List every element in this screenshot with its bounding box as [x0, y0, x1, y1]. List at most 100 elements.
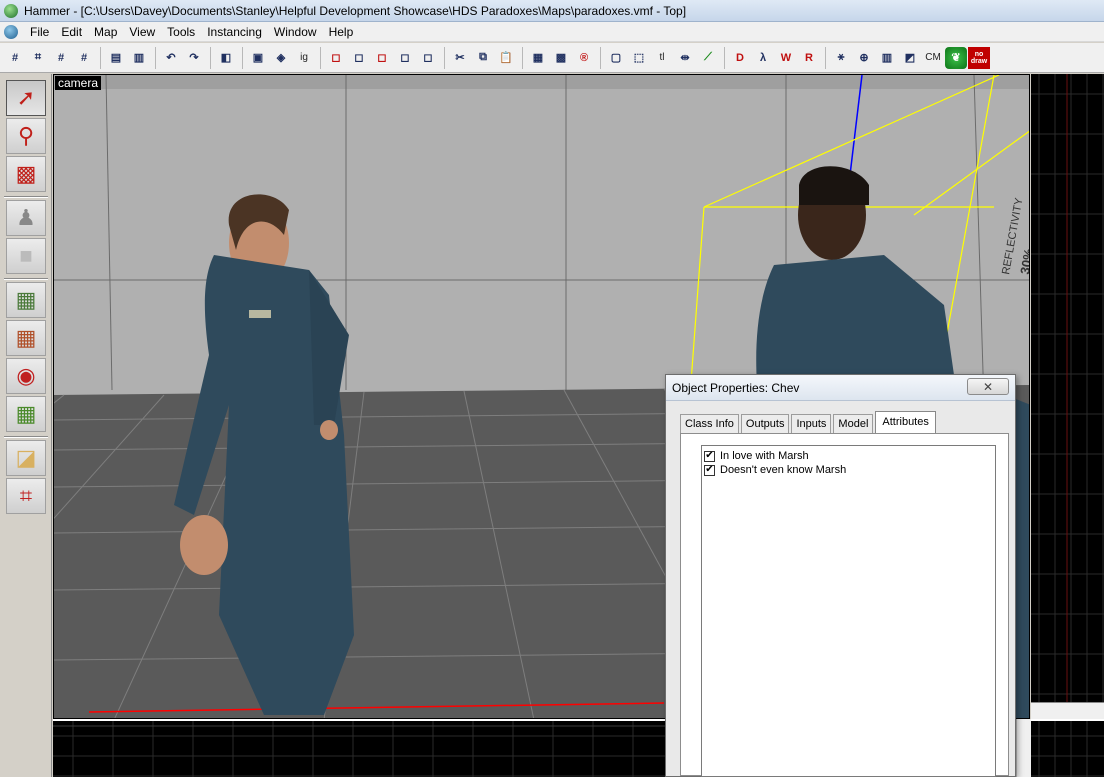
flip-horizontal-icon[interactable]: ◻	[325, 47, 347, 69]
toolbar-separator	[210, 46, 211, 69]
attributes-panel: ✔ In love with Marsh ✔ Doesn't even know…	[680, 433, 1009, 777]
toolbar-separator	[320, 46, 321, 69]
tab-attributes[interactable]: Attributes	[875, 411, 936, 433]
object-properties-dialog: Object Properties: Chev ✕ Class Info Out…	[665, 374, 1016, 777]
side-2d-vscrollbar[interactable]	[1016, 719, 1031, 777]
texture-tool-icon[interactable]: ▦	[6, 282, 46, 318]
toolbar-separator	[600, 46, 601, 69]
view-3d-icon[interactable]: λ	[752, 47, 774, 69]
camera-tool-icon[interactable]: ▩	[6, 156, 46, 192]
flip-vertical-icon[interactable]: ◻	[348, 47, 370, 69]
attributes-list: ✔ In love with Marsh ✔ Doesn't even know…	[701, 445, 996, 777]
redo-icon[interactable]: ↷	[183, 47, 205, 69]
paste-icon[interactable]: 📋	[495, 47, 517, 69]
hammer-app-icon	[4, 3, 18, 18]
tab-class-info[interactable]: Class Info	[680, 414, 739, 433]
document-icon[interactable]	[4, 24, 18, 39]
toggle-text-icon[interactable]: tl	[651, 47, 673, 69]
tool-palette: ➚ ⚲ ▩ ♟ ■ ▦ ▦ ◉ ▦ ◪ ⌗	[0, 74, 52, 777]
leaf-icon[interactable]: ❦	[945, 46, 967, 69]
attribute-row[interactable]: ✔ In love with Marsh	[704, 449, 993, 463]
close-button[interactable]: ✕	[967, 378, 1009, 395]
select-box-icon[interactable]: ▢	[605, 47, 627, 69]
menu-tools[interactable]: Tools	[161, 25, 201, 39]
palette-separator	[4, 436, 48, 438]
view-wireframe-icon[interactable]: W	[775, 47, 797, 69]
view-textured-icon[interactable]: R	[798, 47, 820, 69]
nodraw-button[interactable]: no draw	[968, 46, 990, 69]
ignore-grouping-icon[interactable]: ig	[293, 47, 315, 69]
toggle-3d-grid-icon[interactable]: ⌗	[27, 47, 49, 69]
toggle-detail-icon[interactable]: ▥	[876, 47, 898, 69]
view-2d-icon[interactable]: D	[729, 47, 751, 69]
top-2d-hscrollbar[interactable]	[1031, 702, 1104, 719]
ungroup-icon[interactable]: ▥	[128, 47, 150, 69]
toggle-grid-icon[interactable]: #	[4, 47, 26, 69]
menu-window[interactable]: Window	[268, 25, 323, 39]
hammer-window: Hammer - [C:\Users\Davey\Documents\Stanl…	[0, 0, 1104, 777]
toolbar-separator	[522, 46, 523, 69]
select-dashed-icon[interactable]: ⬚	[628, 47, 650, 69]
palette-separator	[4, 278, 48, 280]
carve-icon[interactable]: ◧	[215, 47, 237, 69]
tab-model[interactable]: Model	[833, 414, 874, 433]
viewport-label[interactable]: camera	[55, 76, 102, 90]
toggle-sprites-icon[interactable]: ⚹	[830, 47, 852, 69]
grid-2d-side	[1031, 721, 1104, 777]
register-icon[interactable]: ®	[573, 47, 595, 69]
hazard-x-icon[interactable]: ▩	[550, 47, 572, 69]
menu-view[interactable]: View	[123, 25, 161, 39]
menu-map[interactable]: Map	[88, 25, 123, 39]
dialog-title: Object Properties: Chev	[672, 380, 800, 395]
entity-tool-icon[interactable]: ♟	[6, 200, 46, 236]
toggle-models-icon[interactable]: ⟋	[697, 47, 719, 69]
hazard-stripes-icon[interactable]: ▦	[527, 47, 549, 69]
smaller-grid-icon[interactable]: #	[50, 47, 72, 69]
magnify-tool-icon[interactable]: ⚲	[6, 118, 46, 154]
vertex-tool-icon[interactable]: ⌗	[6, 478, 46, 514]
cordon-button[interactable]: CM	[922, 47, 944, 69]
selection-tool-icon[interactable]: ➚	[6, 80, 46, 116]
toggle-layers-icon[interactable]: ◩	[899, 47, 921, 69]
overlay-tool-icon[interactable]: ▦	[6, 396, 46, 432]
dialog-title-bar[interactable]: Object Properties: Chev	[666, 375, 1015, 401]
rotate-icon[interactable]: ◻	[371, 47, 393, 69]
main-toolbar: # ⌗ # # ▤ ▥ ↶ ↷ ◧ ▣ ◈ ig ◻ ◻ ◻ ◻ ◻ ✂ ⧉ 📋…	[0, 43, 1104, 73]
attribute-checkbox[interactable]: ✔	[704, 464, 715, 476]
palette-separator	[4, 196, 48, 198]
menu-file[interactable]: File	[24, 25, 55, 39]
menu-help[interactable]: Help	[323, 25, 360, 39]
toolbar-separator	[444, 46, 445, 69]
texture-lock-icon[interactable]: ◻	[394, 47, 416, 69]
attribute-label: In love with Marsh	[720, 450, 809, 462]
side-2d-viewport[interactable]	[1031, 719, 1104, 777]
grid-2d	[1031, 74, 1104, 702]
toggle-helpers-icon[interactable]: ⇹	[674, 47, 696, 69]
show-hidden-icon[interactable]: ◈	[270, 47, 292, 69]
group-icon[interactable]: ▤	[105, 47, 127, 69]
dialog-body: Class Info Outputs Inputs Model Attribut…	[672, 405, 1009, 777]
apply-texture-icon[interactable]: ▦	[6, 320, 46, 356]
clip-tool-icon[interactable]: ◪	[6, 440, 46, 476]
texture-scale-lock-icon[interactable]: ◻	[417, 47, 439, 69]
tab-inputs[interactable]: Inputs	[791, 414, 832, 433]
top-2d-viewport[interactable]	[1031, 74, 1104, 702]
hide-selection-icon[interactable]: ▣	[247, 47, 269, 69]
menu-edit[interactable]: Edit	[55, 25, 88, 39]
attribute-row[interactable]: ✔ Doesn't even know Marsh	[704, 463, 993, 477]
menu-instancing[interactable]: Instancing	[201, 25, 268, 39]
attribute-label: Doesn't even know Marsh	[720, 464, 847, 476]
larger-grid-icon[interactable]: #	[73, 47, 95, 69]
attribute-checkbox[interactable]: ✔	[704, 450, 715, 462]
copy-icon[interactable]: ⧉	[472, 47, 494, 69]
tab-outputs[interactable]: Outputs	[740, 414, 790, 433]
menu-bar: File Edit Map View Tools Instancing Wind…	[0, 22, 1104, 42]
undo-icon[interactable]: ↶	[160, 47, 182, 69]
front-2d-viewport[interactable]	[53, 719, 665, 777]
close-icon: ✕	[982, 379, 994, 394]
radius-culling-icon[interactable]: ⊕	[853, 47, 875, 69]
toolbar-separator	[100, 46, 101, 69]
decal-tool-icon[interactable]: ◉	[6, 358, 46, 394]
block-tool-icon[interactable]: ■	[6, 238, 46, 274]
cut-icon[interactable]: ✂	[449, 47, 471, 69]
